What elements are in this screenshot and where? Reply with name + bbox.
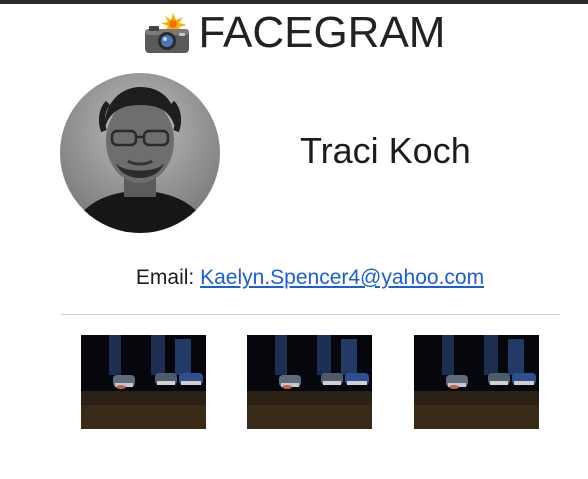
email-label: Email: [135, 266, 195, 289]
app-title: FACEGRAM [198, 8, 446, 57]
avatar [60, 73, 220, 233]
camera-flash-icon [143, 11, 191, 55]
top-border [0, 0, 588, 4]
profile-name: Traci Koch [300, 130, 471, 171]
email-row: Email: Kaelyn.Spencer4@yahoo.com [0, 266, 588, 290]
gallery-photo-3[interactable] [414, 335, 539, 429]
gallery-photo-1[interactable] [81, 335, 206, 429]
app-header: FACEGRAM [0, 8, 588, 58]
divider [61, 314, 560, 315]
email-link[interactable]: Kaelyn.Spencer4@yahoo.com [200, 266, 484, 289]
gallery-photo-2[interactable] [247, 335, 372, 429]
